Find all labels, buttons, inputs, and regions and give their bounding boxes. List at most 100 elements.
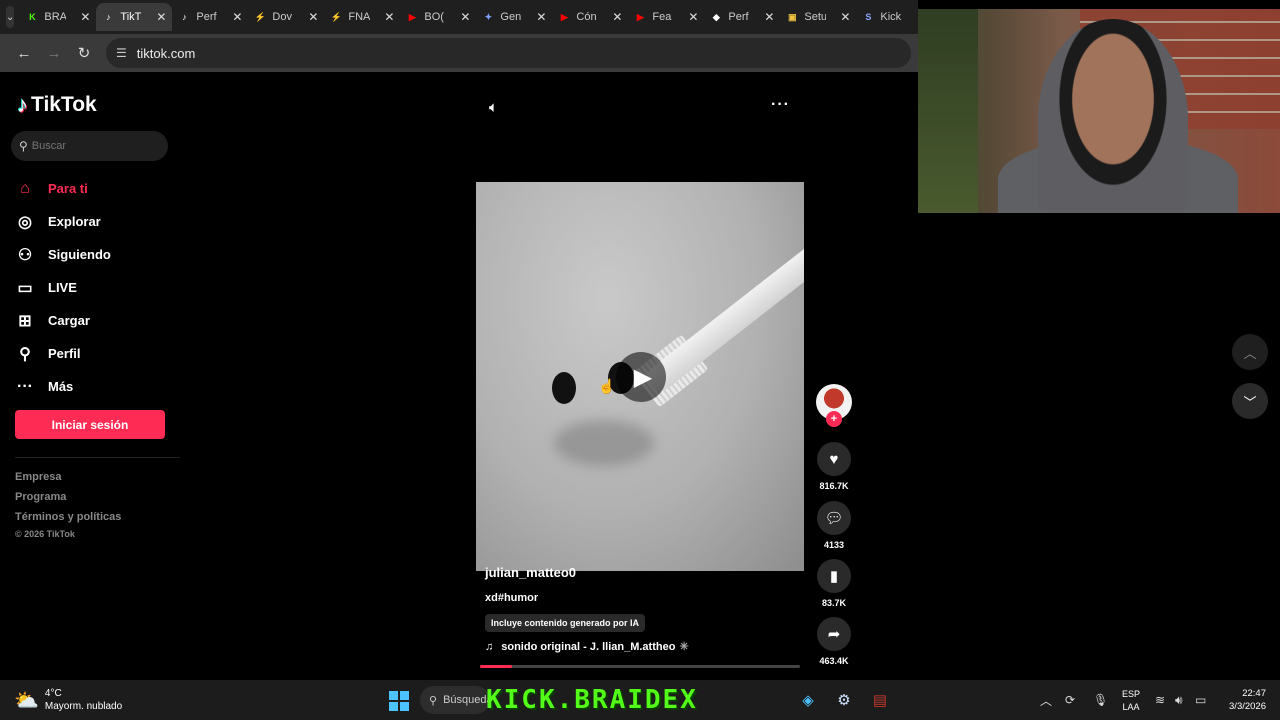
video-description: xd#humor bbox=[485, 592, 539, 604]
tab-favicon-icon: ▶ bbox=[560, 11, 568, 22]
tab-label: Perf bbox=[196, 11, 217, 23]
close-tab-icon[interactable]: ✕ bbox=[232, 10, 242, 24]
sidebar-item-perfil[interactable]: ⚲ Perfil bbox=[15, 337, 111, 370]
forward-button[interactable]: → bbox=[40, 39, 68, 67]
search-input[interactable] bbox=[31, 140, 152, 152]
site-settings-icon[interactable]: ☰ bbox=[116, 46, 127, 60]
share-icon[interactable]: ➦ bbox=[817, 617, 851, 651]
back-button[interactable]: ← bbox=[10, 39, 38, 67]
tiktok-logo[interactable]: ♪ TikTok bbox=[17, 92, 97, 118]
footer-link-programa[interactable]: Programa bbox=[15, 491, 121, 511]
tab-search-button[interactable]: ⌄ bbox=[6, 6, 15, 28]
upload-icon: ⊞ bbox=[18, 312, 32, 330]
winrar-icon[interactable]: ▤ bbox=[870, 690, 890, 710]
sidebar-item-explorar[interactable]: ◎ Explorar bbox=[15, 205, 111, 238]
browser-tab[interactable]: K BRA ✕ bbox=[20, 3, 96, 31]
browser-tab[interactable]: ▣ Setu ✕ bbox=[780, 3, 856, 31]
taskbar-search-text: Búsqueda bbox=[443, 694, 490, 706]
video-info: julian_matteo0 xd#humor Incluye contenid… bbox=[485, 565, 805, 653]
close-tab-icon[interactable]: ✕ bbox=[156, 10, 166, 24]
url-text: tiktok.com bbox=[136, 45, 196, 61]
footer-link-empresa[interactable]: Empresa bbox=[15, 471, 121, 491]
heart-icon[interactable]: ♥ bbox=[817, 442, 851, 476]
close-tab-icon[interactable]: ✕ bbox=[612, 10, 622, 24]
battery-icon[interactable]: ▭ bbox=[1195, 680, 1206, 720]
browser-tab[interactable]: ▶ Cón ✕ bbox=[552, 3, 628, 31]
close-tab-icon[interactable]: ✕ bbox=[308, 10, 318, 24]
tab-favicon-icon: K bbox=[29, 12, 36, 22]
taskbar-search[interactable]: ⚲ Búsqueda bbox=[420, 686, 490, 714]
browser-tab[interactable]: ⚡ FNA ✕ bbox=[324, 3, 400, 31]
reload-button[interactable]: ↻ bbox=[70, 39, 98, 67]
streamer-face bbox=[1038, 19, 1188, 213]
save-action[interactable]: ▮ 83.7K bbox=[816, 559, 852, 608]
creator-avatar[interactable]: + bbox=[816, 384, 852, 427]
share-action[interactable]: ➦ 463.4K bbox=[816, 617, 852, 666]
play-button[interactable]: ▶ bbox=[616, 352, 666, 402]
weather-desc: Mayorm. nublado bbox=[44, 701, 123, 712]
volume-icon[interactable]: 🔈︎ bbox=[489, 99, 498, 116]
next-video-button[interactable]: ﹀ bbox=[1232, 383, 1268, 419]
app-icon[interactable]: ◈ bbox=[798, 690, 818, 710]
bookmark-icon[interactable]: ▮ bbox=[817, 559, 851, 593]
sync-icon[interactable]: ⟳ bbox=[1065, 680, 1075, 720]
browser-tab[interactable]: ⚡ Dov ✕ bbox=[248, 3, 324, 31]
tiktok-note-icon: ♪ bbox=[17, 92, 28, 117]
wifi-icon[interactable]: ≋ bbox=[1155, 680, 1165, 720]
webcam-overlay bbox=[918, 9, 1280, 213]
tab-favicon-icon: ⚡ bbox=[254, 11, 266, 22]
browser-tab[interactable]: ▶ Fea ✕ bbox=[628, 3, 704, 31]
tab-favicon-icon: ♪ bbox=[182, 12, 187, 22]
login-button[interactable]: Iniciar sesión bbox=[15, 410, 165, 439]
sidebar-item-cargar[interactable]: ⊞ Cargar bbox=[15, 304, 111, 337]
url-field[interactable]: ☰ tiktok.com bbox=[106, 38, 911, 68]
microphone-icon[interactable]: 🎙︎ bbox=[1093, 680, 1108, 720]
search-box[interactable]: ⚲ bbox=[11, 131, 168, 161]
follow-plus-icon[interactable]: + bbox=[826, 411, 842, 427]
tab-favicon-icon: S bbox=[865, 12, 872, 22]
close-tab-icon[interactable]: ✕ bbox=[536, 10, 546, 24]
tray-chevron-icon[interactable]: ︿ bbox=[1040, 680, 1052, 720]
like-action[interactable]: ♥ 816.7K bbox=[816, 442, 852, 491]
browser-tab[interactable]: ▶ BO(✕ bbox=[400, 3, 476, 31]
language-indicator[interactable]: ESP LAA bbox=[1118, 688, 1144, 714]
comment-action[interactable]: 💬︎ 4133 bbox=[816, 501, 852, 550]
browser-tab[interactable]: ✦ Gen ✕ bbox=[476, 3, 552, 31]
close-tab-icon[interactable]: ✕ bbox=[688, 10, 698, 24]
browser-tab[interactable]: ◆ Perf ✕ bbox=[704, 3, 780, 31]
close-tab-icon[interactable]: ✕ bbox=[384, 10, 394, 24]
close-tab-icon[interactable]: ✕ bbox=[80, 10, 90, 24]
video-progress-fill bbox=[480, 665, 512, 668]
music-note-icon: ♫ bbox=[485, 640, 494, 653]
lang-secondary: LAA bbox=[1122, 702, 1140, 712]
weather-widget[interactable]: ⛅ 4°C Mayorm. nublado bbox=[14, 687, 122, 713]
windows-start-icon[interactable] bbox=[389, 691, 409, 711]
sidebar-item-más[interactable]: ··· Más bbox=[15, 370, 111, 403]
tab-label: Gen bbox=[500, 11, 522, 23]
logo-text: TikTok bbox=[31, 93, 97, 116]
comment-icon[interactable]: 💬︎ bbox=[817, 501, 851, 535]
system-clock[interactable]: 22:47 3/3/2026 bbox=[1226, 687, 1266, 713]
author-name[interactable]: julian_matteo0 bbox=[485, 565, 805, 585]
browser-tab[interactable]: ♪ Perf ✕ bbox=[172, 3, 248, 31]
previous-video-button[interactable]: ︿ bbox=[1232, 334, 1268, 370]
paint-smear bbox=[554, 420, 654, 466]
steam-icon[interactable]: ⚙ bbox=[834, 690, 854, 710]
sidebar-item-live[interactable]: ▭ LIVE bbox=[15, 271, 111, 304]
video-progress-bar[interactable] bbox=[480, 665, 800, 668]
close-tab-icon[interactable]: ✕ bbox=[460, 10, 470, 24]
browser-tab[interactable]: ♪ TikT ✕ bbox=[96, 3, 173, 31]
close-tab-icon[interactable]: ✕ bbox=[840, 10, 850, 24]
sidebar-item-label: Más bbox=[48, 379, 74, 394]
close-tab-icon[interactable]: ✕ bbox=[764, 10, 774, 24]
sidebar-item-para-ti[interactable]: ⌂ Para ti bbox=[15, 172, 111, 205]
more-options-icon[interactable]: ··· bbox=[771, 96, 790, 114]
tab-label: Dov bbox=[272, 11, 292, 23]
tab-label: Kick bbox=[880, 11, 902, 23]
ai-content-badge: Incluye contenido generado por IA bbox=[485, 614, 646, 632]
footer-link-terminos[interactable]: Términos y políticas bbox=[15, 511, 121, 531]
speaker-icon[interactable]: 🔊︎ bbox=[1175, 680, 1183, 720]
comment-count: 4133 bbox=[823, 540, 845, 550]
sidebar-item-siguiendo[interactable]: ⚇ Siguiendo bbox=[15, 238, 111, 271]
music-line[interactable]: ♫ sonido original - J. llian_M.attheo ✳ bbox=[485, 640, 805, 654]
